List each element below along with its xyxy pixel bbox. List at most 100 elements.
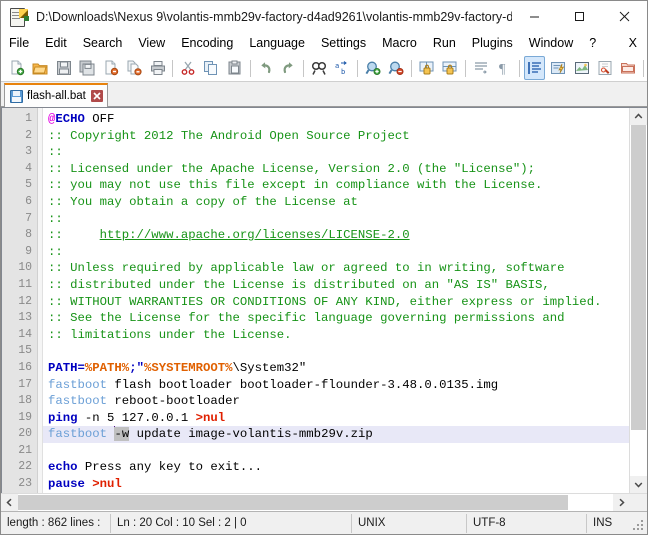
code-token: :: xyxy=(48,145,63,159)
resize-grip[interactable] xyxy=(633,514,647,533)
menu-macro[interactable]: Macro xyxy=(374,34,425,53)
document-map-icon[interactable] xyxy=(571,56,592,80)
status-bar: length : 862 lines : Ln : 20 Col : 10 Se… xyxy=(1,511,647,534)
code-line[interactable]: :: xyxy=(43,144,629,161)
code-line[interactable]: :: Unless required by applicable law or … xyxy=(43,260,629,277)
tab-label: flash-all.bat xyxy=(27,90,86,102)
replace-icon[interactable]: ab xyxy=(332,56,353,80)
indent-guide-icon[interactable] xyxy=(524,56,545,80)
code-line[interactable]: fastboot reboot-bootloader xyxy=(43,393,629,410)
tab-close-icon[interactable] xyxy=(91,90,103,102)
scroll-right-icon[interactable] xyxy=(613,494,630,511)
code-line[interactable]: @ECHO OFF xyxy=(43,111,629,128)
close-file-icon[interactable] xyxy=(100,56,121,80)
code-line[interactable]: pause >nul xyxy=(43,476,629,493)
code-line[interactable]: :: xyxy=(43,211,629,228)
tab-flash-all-bat[interactable]: flash-all.bat xyxy=(4,83,108,107)
folder-as-workspace-icon[interactable] xyxy=(618,56,639,80)
save-all-icon[interactable] xyxy=(76,56,97,80)
menu-run[interactable]: Run xyxy=(425,34,464,53)
code-token: ping xyxy=(48,411,78,425)
scroll-left-icon[interactable] xyxy=(1,494,18,511)
sync-horizontal-scroll-icon[interactable] xyxy=(440,56,461,80)
menu-window[interactable]: Window xyxy=(521,34,581,53)
code-token: :: distributed under the License is dist… xyxy=(48,278,550,292)
scroll-down-icon[interactable] xyxy=(630,476,647,493)
line-number: 22 xyxy=(2,459,37,476)
horizontal-scroll-thumb[interactable] xyxy=(18,495,568,510)
paste-icon[interactable] xyxy=(224,56,245,80)
zoom-in-icon[interactable] xyxy=(362,56,383,80)
menu-settings[interactable]: Settings xyxy=(313,34,374,53)
code-line[interactable]: :: You may obtain a copy of the License … xyxy=(43,194,629,211)
code-token: :: xyxy=(48,245,63,259)
menu-edit[interactable]: Edit xyxy=(37,34,75,53)
redo-icon[interactable] xyxy=(278,56,299,80)
print-icon[interactable] xyxy=(147,56,168,80)
scroll-up-icon[interactable] xyxy=(630,108,647,125)
code-content[interactable]: @ECHO OFF:: Copyright 2012 The Android O… xyxy=(43,108,629,493)
code-line[interactable]: :: http://www.apache.org/licenses/LICENS… xyxy=(43,227,629,244)
sync-vertical-scroll-icon[interactable] xyxy=(416,56,437,80)
code-line[interactable]: ​ xyxy=(43,343,629,360)
line-number: 4 xyxy=(2,161,37,178)
zoom-out-icon[interactable] xyxy=(386,56,407,80)
code-token: :: you may not use this file except in c… xyxy=(48,178,542,192)
code-line[interactable]: :: you may not use this file except in c… xyxy=(43,177,629,194)
code-line[interactable]: :: limitations under the License. xyxy=(43,327,629,344)
vertical-scroll-thumb[interactable] xyxy=(631,125,646,430)
menu-help[interactable]: ? xyxy=(581,34,604,53)
maximize-button[interactable] xyxy=(557,1,602,32)
code-token: ;" xyxy=(129,361,144,375)
menu-encoding[interactable]: Encoding xyxy=(173,34,241,53)
code-line[interactable]: :: distributed under the License is dist… xyxy=(43,277,629,294)
copy-icon[interactable] xyxy=(201,56,222,80)
code-line[interactable]: PATH=%PATH%;"%SYSTEMROOT%\System32" xyxy=(43,360,629,377)
vertical-scroll-track[interactable] xyxy=(630,125,647,476)
window-title: D:\Downloads\Nexus 9\volantis-mmb29v-fac… xyxy=(36,10,512,24)
menu-file[interactable]: File xyxy=(1,34,37,53)
menu-language[interactable]: Language xyxy=(241,34,313,53)
undo-icon[interactable] xyxy=(255,56,276,80)
toolbar-separator xyxy=(172,60,173,77)
word-wrap-icon[interactable] xyxy=(470,56,491,80)
menu-plugins[interactable]: Plugins xyxy=(464,34,521,53)
code-line[interactable]: ping -n 5 127.0.0.1 >nul xyxy=(43,410,629,427)
horizontal-scrollbar[interactable] xyxy=(1,493,647,511)
close-all-icon[interactable] xyxy=(123,56,144,80)
menu-view[interactable]: View xyxy=(130,34,173,53)
code-line[interactable]: :: See the License for the specific lang… xyxy=(43,310,629,327)
toolbar-separator xyxy=(465,60,466,77)
code-token: -w xyxy=(114,427,129,441)
open-file-icon[interactable] xyxy=(29,56,50,80)
line-number: 17 xyxy=(2,377,37,394)
close-document-button[interactable]: X xyxy=(621,34,647,53)
code-line[interactable]: :: xyxy=(43,244,629,261)
line-number: 2 xyxy=(2,128,37,145)
code-line[interactable]: :: WITHOUT WARRANTIES OR CONDITIONS OF A… xyxy=(43,294,629,311)
menu-search[interactable]: Search xyxy=(75,34,131,53)
text-editor[interactable]: 123456789101112131415161718192021222324 … xyxy=(2,108,629,493)
new-file-icon[interactable] xyxy=(6,56,27,80)
code-line[interactable]: ​ xyxy=(43,443,629,460)
code-token: reboot-bootloader xyxy=(107,394,240,408)
code-token: Press any key to exit... xyxy=(78,460,262,474)
vertical-scrollbar[interactable] xyxy=(629,108,647,493)
code-line[interactable]: echo Press any key to exit... xyxy=(43,459,629,476)
minimize-button[interactable] xyxy=(512,1,557,32)
code-line[interactable]: fastboot flash bootloader bootloader-flo… xyxy=(43,377,629,394)
show-all-characters-icon[interactable]: ¶ xyxy=(493,56,514,80)
user-defined-language-icon[interactable] xyxy=(547,56,568,80)
code-url[interactable]: http://www.apache.org/licenses/LICENSE-2… xyxy=(100,228,410,242)
line-number: 16 xyxy=(2,360,37,377)
code-line[interactable]: :: Licensed under the Apache License, Ve… xyxy=(43,161,629,178)
find-icon[interactable] xyxy=(308,56,329,80)
function-list-icon[interactable] xyxy=(594,56,615,80)
code-line[interactable]: :: Copyright 2012 The Android Open Sourc… xyxy=(43,128,629,145)
cut-icon[interactable] xyxy=(177,56,198,80)
horizontal-scroll-track[interactable] xyxy=(18,494,613,511)
save-icon[interactable] xyxy=(53,56,74,80)
code-line[interactable]: fastboot -w update image-volantis-mmb29v… xyxy=(43,426,629,443)
close-button[interactable] xyxy=(602,1,647,32)
scrollbar-corner xyxy=(630,494,647,511)
